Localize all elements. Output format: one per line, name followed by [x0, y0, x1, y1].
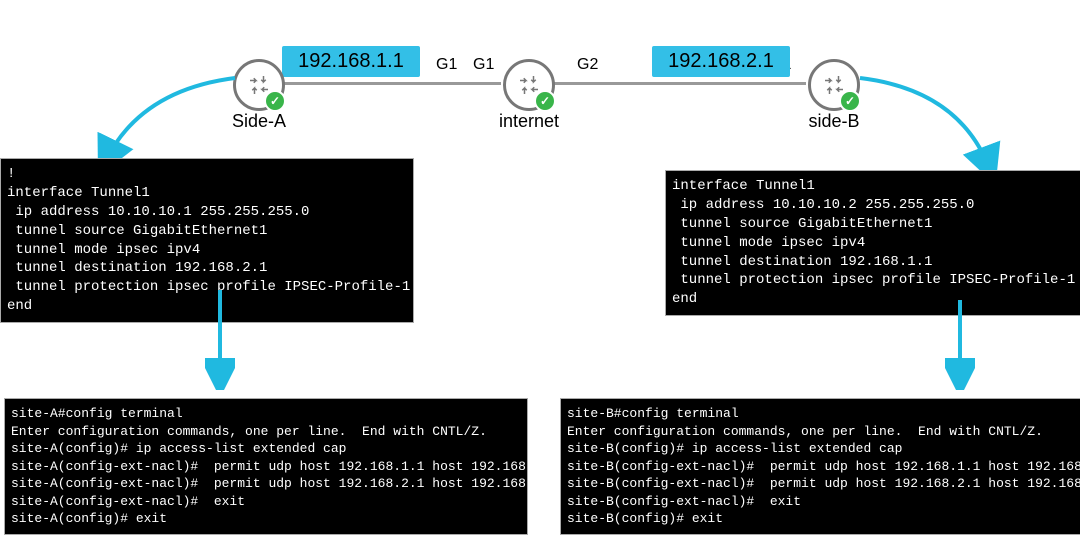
link-internet-to-b — [552, 82, 806, 85]
node-label-internet: internet — [499, 111, 559, 132]
port-label-mid-left: G1 — [473, 56, 494, 74]
arrow-b-to-acl — [945, 300, 975, 390]
ip-highlight-a: 192.168.1.1 — [282, 46, 420, 77]
port-label-mid-right: G2 — [577, 56, 598, 74]
status-ok-icon: ✓ — [264, 90, 286, 112]
port-label-a-right: G1 — [436, 56, 457, 74]
terminal-side-b-acl: site-B#config terminal Enter configurati… — [560, 398, 1080, 535]
terminal-side-b-config: interface Tunnel1 ip address 10.10.10.2 … — [665, 170, 1080, 316]
arrow-a-to-config — [80, 70, 245, 170]
router-internet-icon: ✓ — [503, 59, 555, 111]
ip-highlight-b: 192.168.2.1 — [652, 46, 790, 77]
arrow-b-to-config — [850, 70, 1015, 180]
terminal-side-a-acl: site-A#config terminal Enter configurati… — [4, 398, 528, 535]
link-a-to-internet — [282, 82, 501, 85]
arrow-a-to-acl — [205, 290, 235, 390]
status-ok-icon: ✓ — [534, 90, 556, 112]
